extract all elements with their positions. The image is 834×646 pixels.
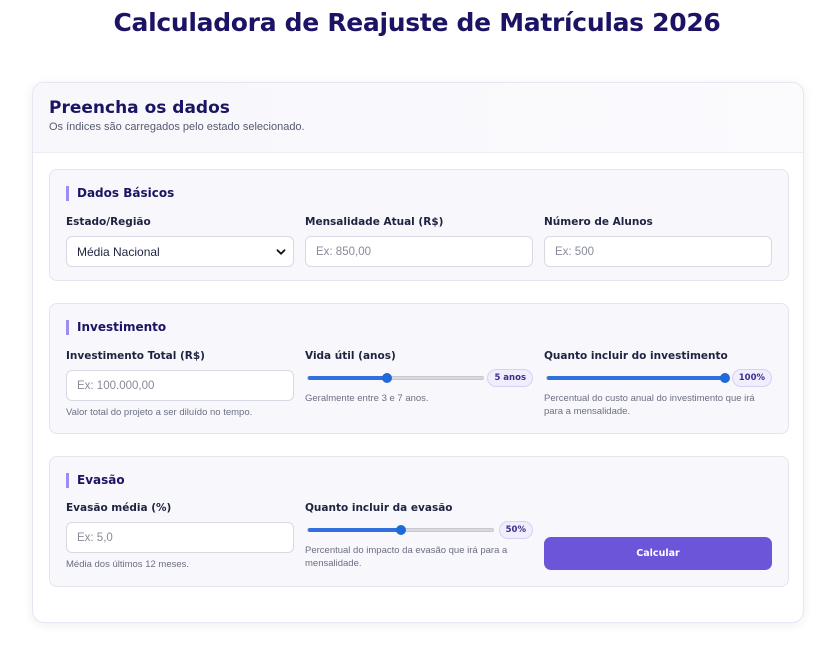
incluir-investimento-help: Percentual do custo anual do investiment… xyxy=(544,393,755,417)
estado-label: Estado/Região xyxy=(66,216,151,228)
mensalidade-input[interactable]: Ex: 850,00 xyxy=(305,236,533,267)
investimento-total-help: Valor total do projeto a ser diluído no … xyxy=(66,407,253,418)
investimento-total-label: Investimento Total (R$) xyxy=(66,350,205,362)
vida-util-slider-thumb[interactable] xyxy=(381,373,392,383)
mensalidade-label: Mensalidade Atual (R$) xyxy=(305,216,444,228)
incluir-investimento-slider[interactable] xyxy=(546,373,730,383)
section-basic-data: Dados Básicos Estado/Região Média Nacion… xyxy=(49,169,789,281)
section-title-evasion: Evasão xyxy=(66,473,125,488)
alunos-placeholder: Ex: 500 xyxy=(555,245,594,258)
mensalidade-placeholder: Ex: 850,00 xyxy=(316,245,371,258)
estado-select-value: Média Nacional xyxy=(77,244,160,259)
evasao-media-placeholder: Ex: 5,0 xyxy=(77,531,113,544)
form-title: Preencha os dados xyxy=(49,98,230,118)
incluir-evasao-slider-fill xyxy=(308,528,401,532)
form-card: Preencha os dados Os índices são carrega… xyxy=(32,82,804,623)
form-header: Preencha os dados Os índices são carrega… xyxy=(33,83,803,153)
estado-select[interactable]: Média Nacional xyxy=(66,236,294,267)
incluir-evasao-help: Percentual do impacto da evasão que irá … xyxy=(305,545,508,569)
incluir-investimento-slider-fill xyxy=(547,376,725,380)
chevron-down-icon xyxy=(276,249,286,255)
investimento-total-placeholder: Ex: 100.000,00 xyxy=(77,379,155,392)
evasao-media-label: Evasão média (%) xyxy=(66,502,172,514)
vida-util-badge: 5 anos xyxy=(487,369,533,387)
evasao-media-field: Evasão média (%) Ex: 5,0 Média dos últim… xyxy=(66,501,294,571)
page-title: Calculadora de Reajuste de Matrículas 20… xyxy=(113,8,721,37)
alunos-input[interactable]: Ex: 500 xyxy=(544,236,772,267)
vida-util-help: Geralmente entre 3 e 7 anos. xyxy=(305,393,429,404)
incluir-evasao-field: Quanto incluir da evasão 50% Percentual … xyxy=(305,501,533,570)
form-subtitle: Os índices são carregados pelo estado se… xyxy=(49,121,305,133)
incluir-evasao-label: Quanto incluir da evasão xyxy=(305,502,453,514)
vida-util-field: Vida útil (anos) 5 anos Geralmente entre… xyxy=(305,349,533,405)
section-evasion: Evasão Evasão média (%) Ex: 5,0 Média do… xyxy=(49,456,789,587)
section-title-investment: Investimento xyxy=(66,320,166,335)
evasao-media-help: Média dos últimos 12 meses. xyxy=(66,559,190,570)
vida-util-slider[interactable] xyxy=(307,373,484,383)
incluir-evasao-badge: 50% xyxy=(498,521,533,539)
estado-field: Estado/Região Média Nacional xyxy=(66,215,294,267)
investimento-total-field: Investimento Total (R$) Ex: 100.000,00 V… xyxy=(66,349,294,419)
calculate-button[interactable]: Calcular xyxy=(544,537,772,570)
incluir-evasao-slider[interactable] xyxy=(307,525,494,535)
incluir-evasao-slider-thumb[interactable] xyxy=(395,525,406,535)
alunos-field: Número de Alunos Ex: 500 xyxy=(544,215,772,267)
evasao-media-input[interactable]: Ex: 5,0 xyxy=(66,522,294,553)
investimento-total-input[interactable]: Ex: 100.000,00 xyxy=(66,370,294,401)
incluir-investimento-field: Quanto incluir do investimento 100% Perc… xyxy=(544,349,772,418)
alunos-label: Número de Alunos xyxy=(544,216,653,228)
section-title-basic: Dados Básicos xyxy=(66,186,174,201)
mensalidade-field: Mensalidade Atual (R$) Ex: 850,00 xyxy=(305,215,533,267)
incluir-investimento-slider-thumb[interactable] xyxy=(720,373,730,383)
vida-util-slider-fill xyxy=(308,376,387,380)
incluir-investimento-label: Quanto incluir do investimento xyxy=(544,350,728,362)
vida-util-label: Vida útil (anos) xyxy=(305,350,396,362)
incluir-investimento-badge: 100% xyxy=(731,369,772,387)
section-investment: Investimento Investimento Total (R$) Ex:… xyxy=(49,303,789,434)
